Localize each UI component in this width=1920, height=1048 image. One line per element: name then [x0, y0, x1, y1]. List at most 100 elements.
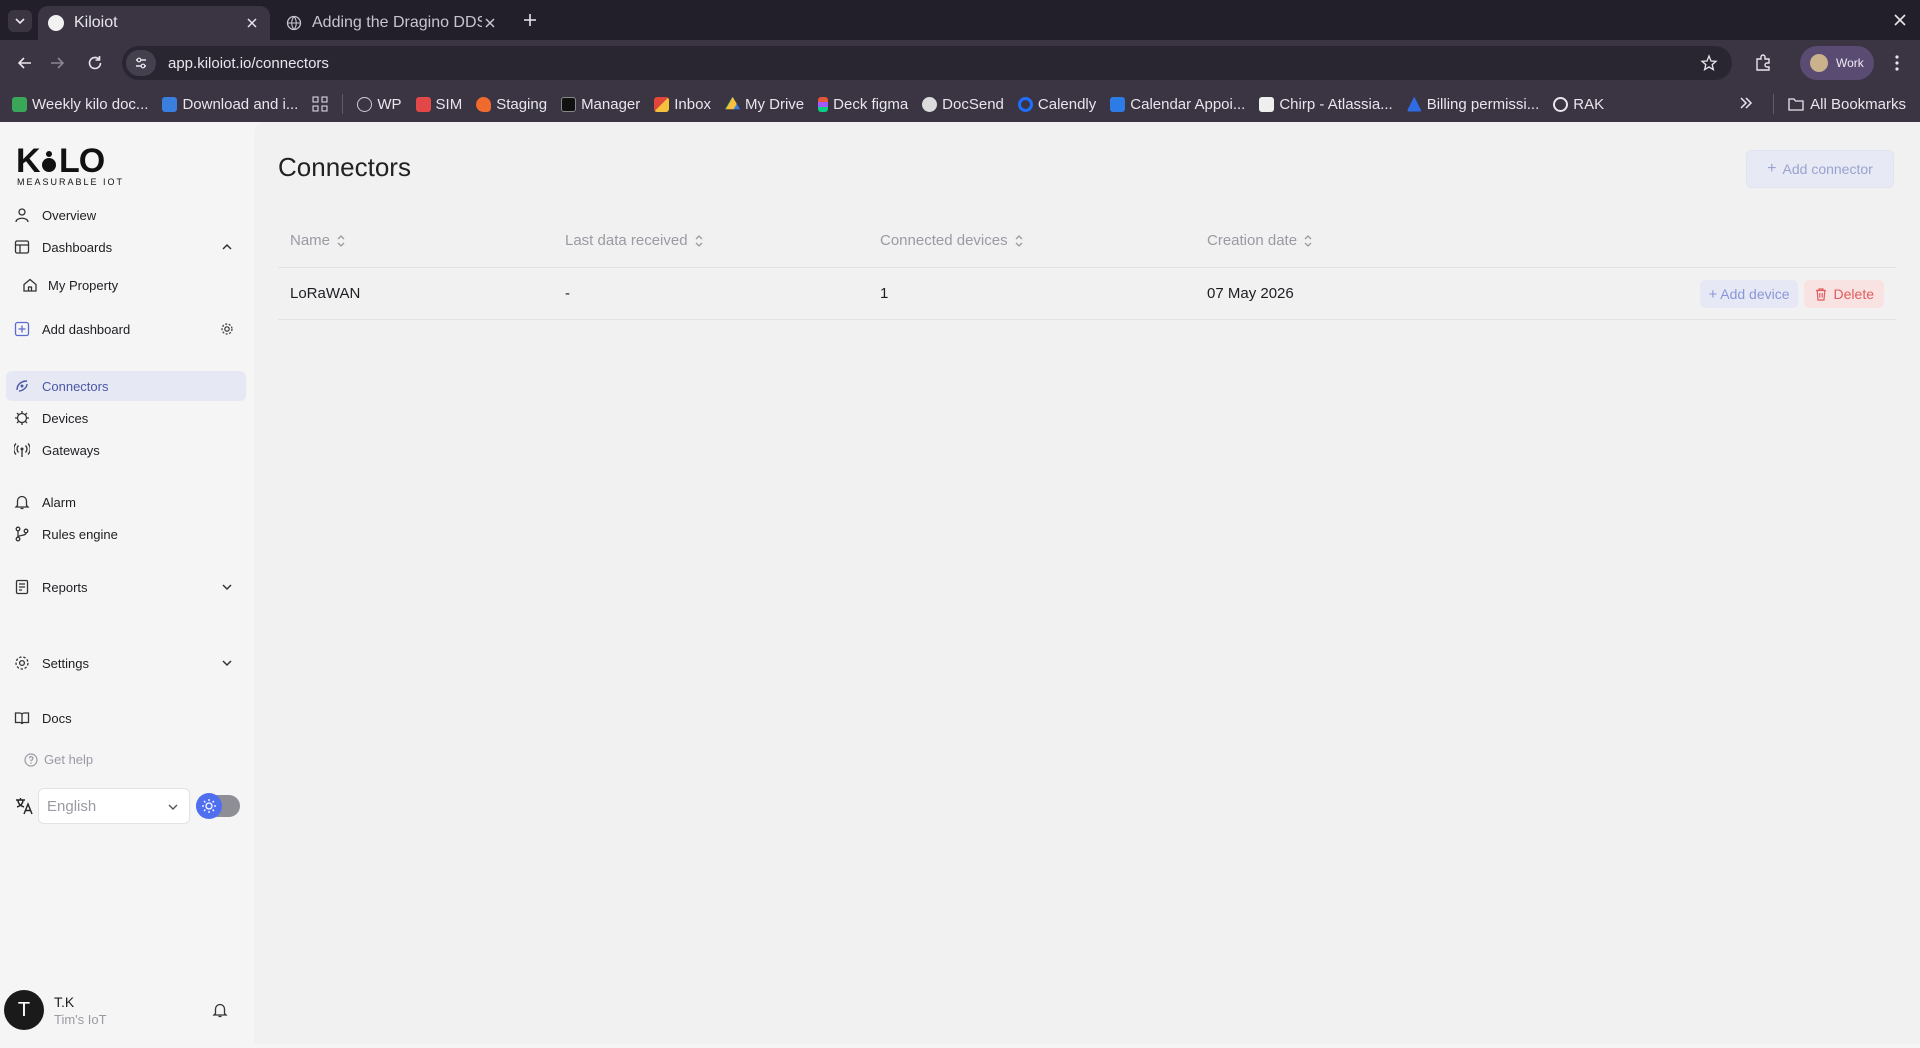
tab-kiloiot[interactable]: Kiloiot	[38, 6, 270, 40]
language-select[interactable]: English	[38, 788, 190, 824]
sidebar-item-label: Reports	[42, 579, 88, 595]
gear-icon	[15, 656, 29, 670]
apps-grid-icon	[312, 96, 328, 112]
avatar	[1810, 54, 1828, 72]
more-bookmarks-button[interactable]	[1738, 95, 1754, 111]
sidebar-item-rules-engine[interactable]: Rules engine	[6, 519, 246, 549]
bookmark-item[interactable]: RAK	[1553, 96, 1604, 113]
tab-bar: Kiloiot Adding the Dragino DDS	[0, 0, 1920, 40]
bookmark-star-icon[interactable]	[1700, 54, 1718, 72]
bookmark-item[interactable]: Deck figma	[818, 96, 908, 113]
antenna-icon	[14, 443, 30, 457]
tab-title: Adding the Dragino DDS	[312, 14, 482, 31]
chevron-down-icon	[168, 804, 178, 810]
sidebar-item-settings[interactable]: Settings	[6, 648, 246, 678]
sidebar-item-gateways[interactable]: Gateways	[6, 435, 246, 465]
sidebar-item-dashboards[interactable]: Dashboards	[6, 232, 246, 262]
address-bar[interactable]: app.kiloiot.io/connectors	[122, 46, 1732, 80]
column-header-last-data[interactable]: Last data received	[553, 232, 868, 249]
delete-button[interactable]: Delete	[1803, 280, 1884, 308]
reload-button[interactable]	[84, 52, 106, 74]
rak-icon	[1553, 96, 1569, 112]
sidebar-item-label: Connectors	[42, 378, 109, 394]
back-button[interactable]	[14, 52, 36, 74]
extensions-button[interactable]	[1752, 52, 1774, 74]
bookmark-item[interactable]: Billing permissi...	[1406, 96, 1539, 113]
add-connector-button[interactable]: + Add connector	[1746, 150, 1894, 188]
kilo-logo[interactable]: K LO MEASURABLE IOT	[16, 142, 136, 188]
apps-button[interactable]	[312, 96, 328, 112]
gmail-icon	[654, 96, 670, 112]
sim-icon	[415, 96, 431, 112]
bookmark-item[interactable]: Download and i...	[162, 96, 298, 113]
plus-square-icon	[14, 321, 30, 337]
bookmark-item[interactable]: WP	[357, 96, 402, 113]
sidebar-item-add-dashboard[interactable]: Add dashboard	[6, 314, 246, 344]
calendar-icon	[1110, 96, 1126, 112]
profile-button[interactable]: Work	[1800, 46, 1874, 80]
gear-icon[interactable]	[220, 322, 234, 336]
folder-icon	[1788, 98, 1804, 111]
add-device-button[interactable]: + Add device	[1700, 280, 1798, 308]
sidebar-item-my-property[interactable]: My Property	[14, 270, 246, 300]
sidebar-item-overview[interactable]: Overview	[6, 200, 246, 230]
close-icon[interactable]	[482, 15, 498, 31]
theme-toggle[interactable]	[196, 793, 240, 819]
column-header-creation-date[interactable]: Creation date	[1195, 232, 1495, 249]
forward-button[interactable]	[46, 52, 68, 74]
plus-icon: +	[1767, 160, 1777, 177]
kiloiot-favicon-icon	[48, 15, 64, 31]
get-help-link[interactable]: Get help	[24, 752, 93, 767]
new-tab-button[interactable]	[520, 10, 540, 30]
all-bookmarks-button[interactable]: All Bookmarks	[1773, 94, 1906, 114]
browser-menu-button[interactable]	[1888, 52, 1906, 74]
bookmark-item[interactable]: Manager	[561, 96, 640, 113]
help-circle-icon	[24, 752, 38, 767]
bookmark-item[interactable]: Weekly kilo doc...	[12, 96, 148, 113]
chevron-double-right-icon	[1740, 97, 1753, 109]
translate-icon	[16, 798, 33, 815]
bookmark-item[interactable]: Calendly	[1017, 96, 1096, 113]
atlassian-icon	[1406, 96, 1422, 112]
tab-search-button[interactable]	[8, 10, 32, 32]
bookmark-item[interactable]: Inbox	[654, 96, 711, 113]
bookmark-item[interactable]: Calendar Appoi...	[1110, 96, 1245, 113]
bookmark-item[interactable]: DocSend	[922, 96, 1004, 113]
close-icon[interactable]	[244, 15, 260, 31]
bookmarks-bar: Weekly kilo doc... Download and i... WP …	[0, 86, 1920, 122]
book-open-icon	[14, 712, 30, 725]
cell-connected-devices: 1	[880, 285, 889, 302]
sidebar-item-alarm[interactable]: Alarm	[6, 487, 246, 517]
close-icon	[1894, 14, 1906, 26]
chevron-down-icon	[222, 660, 232, 667]
browser-chrome: Kiloiot Adding the Dragino DDS app.kiloi…	[0, 0, 1920, 122]
sidebar-item-reports[interactable]: Reports	[6, 572, 246, 602]
bookmark-item[interactable]: Staging	[476, 96, 547, 113]
sidebar-item-docs[interactable]: Docs	[6, 703, 246, 733]
cell-name: LoRaWAN	[290, 285, 361, 302]
table-row[interactable]: LoRaWAN - 1 07 May 2026 + Add device Del…	[278, 268, 1896, 320]
bookmark-item[interactable]: SIM	[415, 96, 462, 113]
window-close-button[interactable]	[1890, 10, 1910, 30]
globe-icon	[357, 96, 373, 112]
drive-icon	[724, 96, 740, 110]
bell-icon[interactable]	[212, 1002, 228, 1018]
sidebar-item-label: My Property	[48, 277, 119, 293]
column-header-name[interactable]: Name	[278, 232, 553, 249]
column-header-connected-devices[interactable]: Connected devices	[868, 232, 1195, 249]
user-info: T.K Tim's IoT	[54, 994, 107, 1027]
sidebar-item-devices[interactable]: Devices	[6, 403, 246, 433]
sidebar: K LO MEASURABLE IOT Overview Dashboards …	[0, 122, 254, 1048]
bookmark-item[interactable]: Chirp - Atlassia...	[1259, 96, 1393, 113]
tab-dragino[interactable]: Adding the Dragino DDS	[276, 6, 508, 40]
user-profile[interactable]: T T.K Tim's IoT	[4, 988, 250, 1032]
language-row: English	[14, 788, 240, 824]
site-info-icon[interactable]	[126, 50, 156, 76]
bookmark-item[interactable]: My Drive	[724, 96, 804, 113]
bell-icon	[14, 495, 30, 510]
cell-creation-date: 07 May 2026	[1207, 285, 1294, 302]
figma-icon	[818, 96, 829, 112]
sidebar-item-connectors[interactable]: Connectors	[6, 371, 246, 401]
sort-icon	[1304, 234, 1312, 247]
row-actions: + Add device Delete	[1700, 280, 1884, 308]
